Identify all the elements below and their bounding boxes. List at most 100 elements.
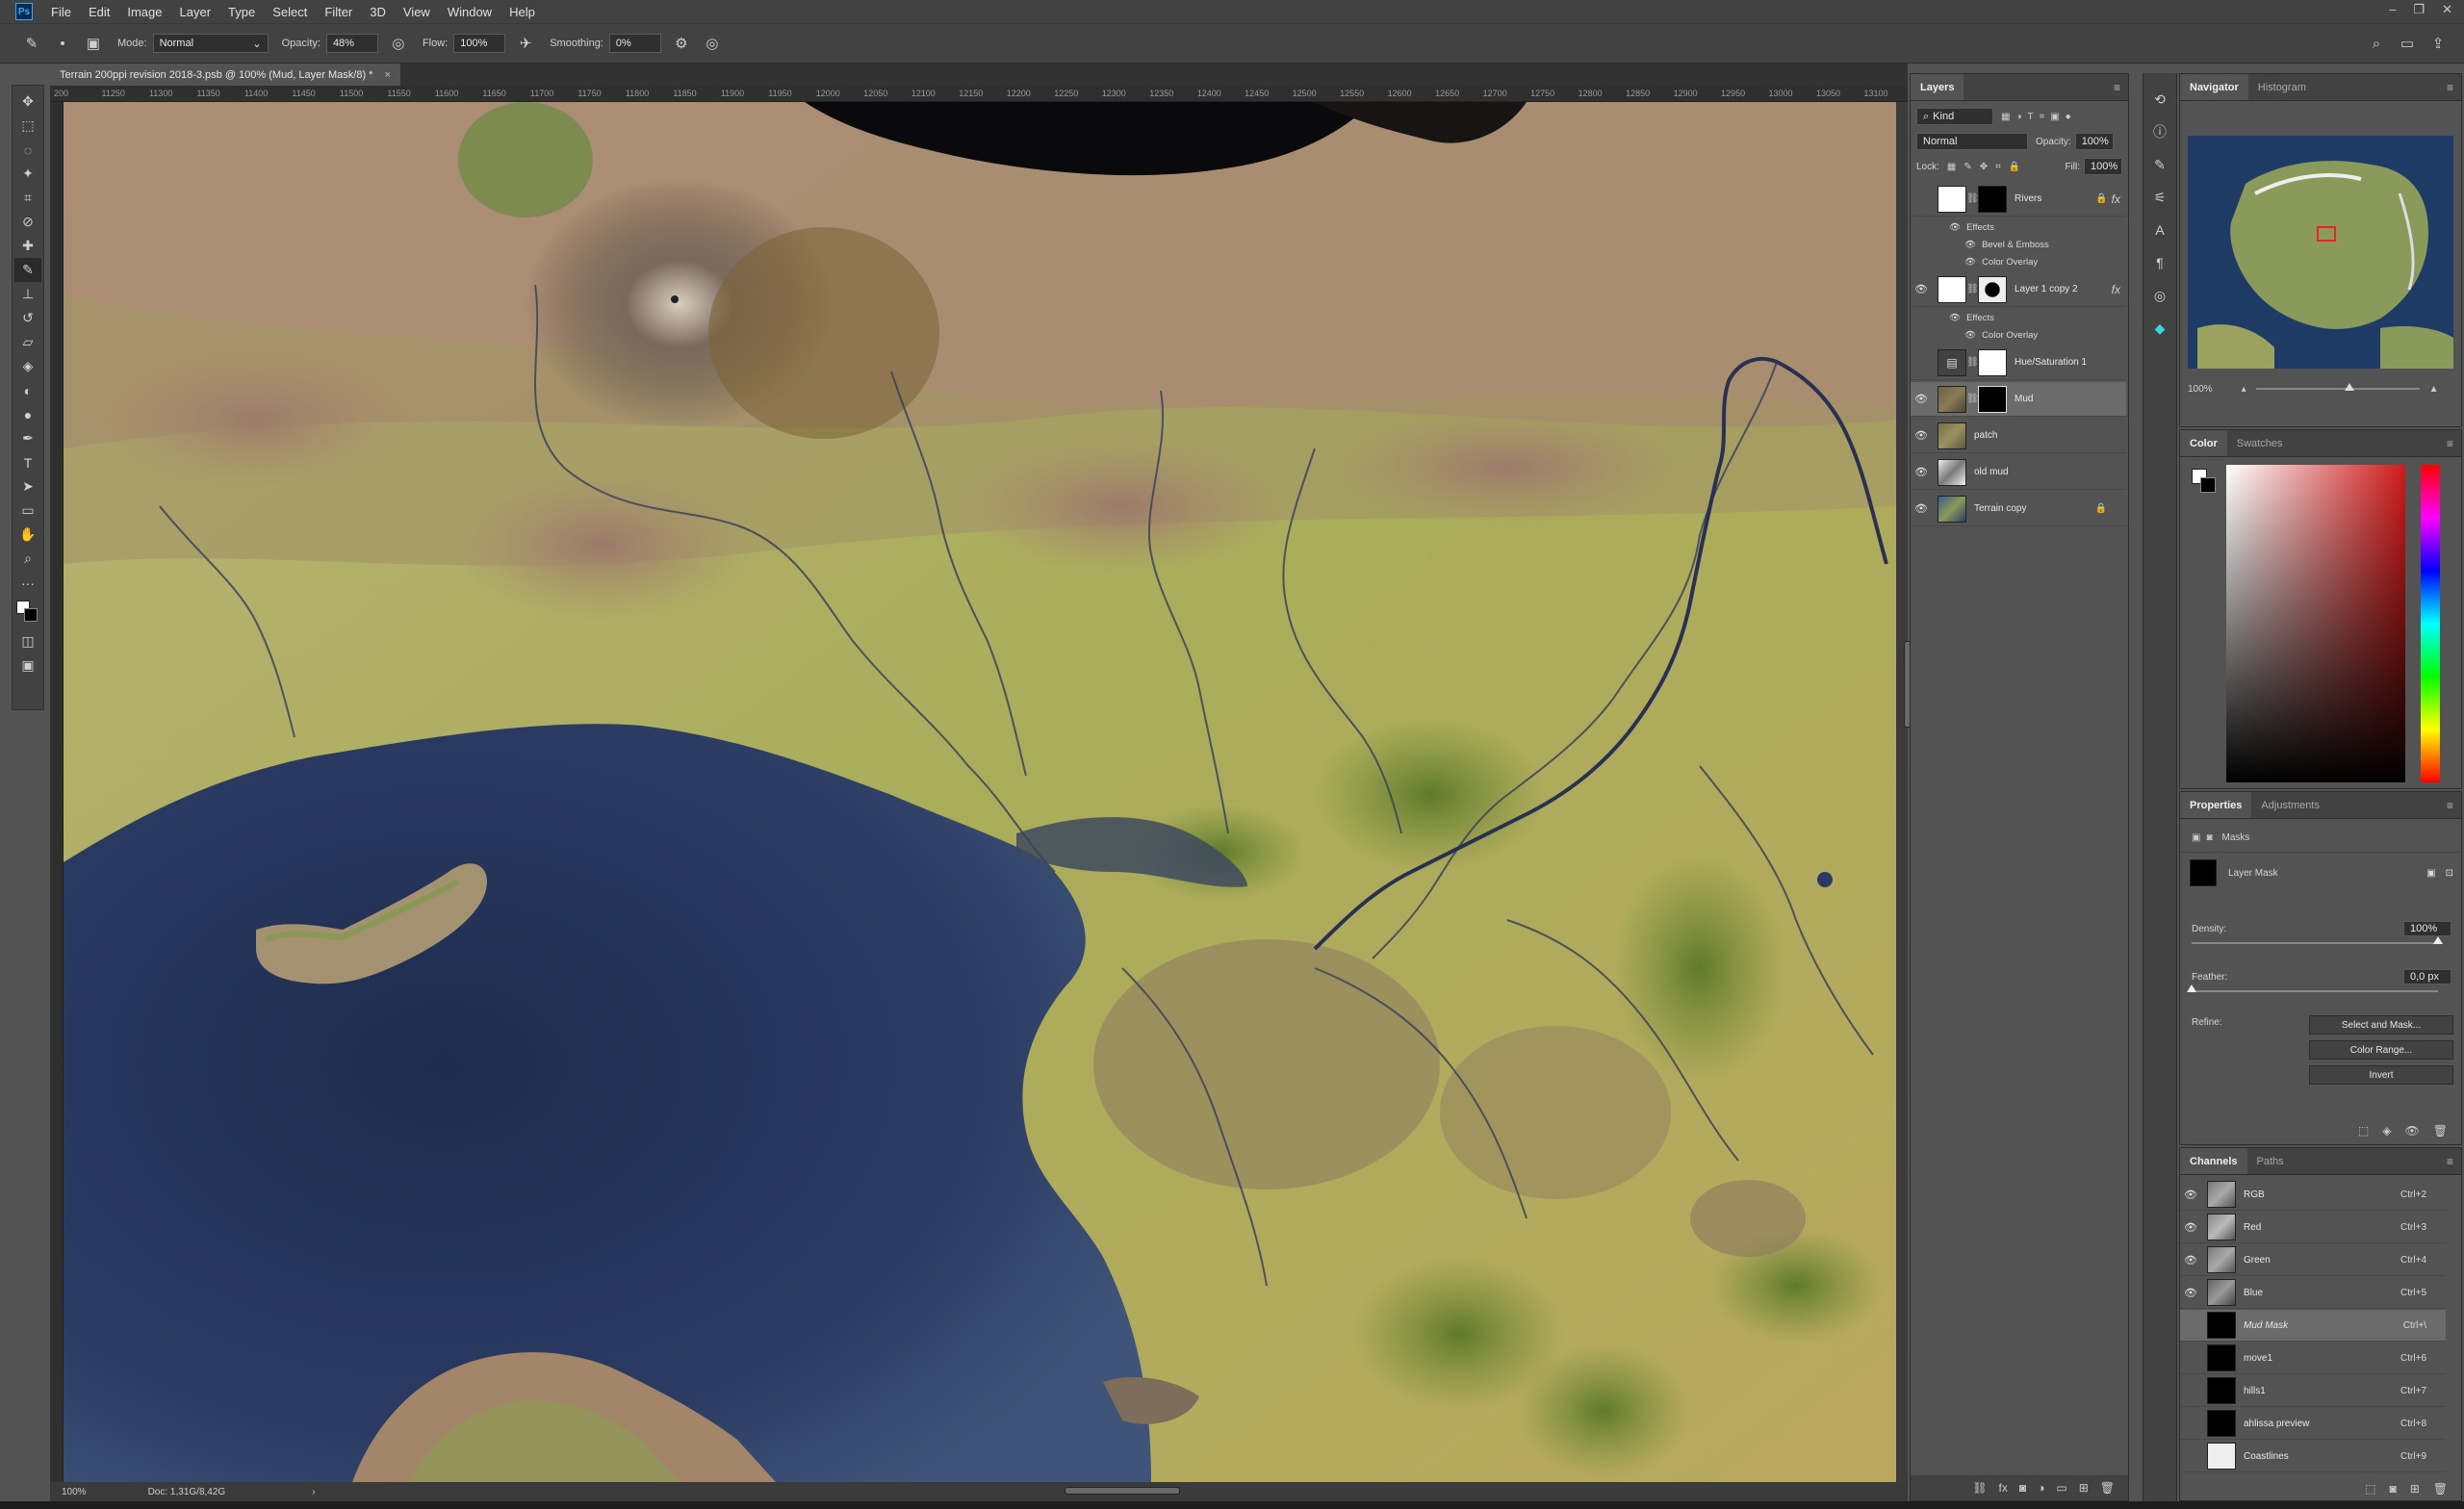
blur-tool-icon[interactable]: ◐ <box>14 378 41 402</box>
paragraph-icon[interactable]: ¶ <box>2147 250 2172 275</box>
mask-thumbnail[interactable] <box>1978 275 2007 303</box>
vector-mask-add-icon[interactable]: ⊡ <box>2446 868 2453 879</box>
menu-edit[interactable]: Edit <box>80 5 118 19</box>
dodge-tool-icon[interactable]: ● <box>14 402 41 426</box>
apply-mask-icon[interactable]: ◈ <box>2382 1124 2391 1138</box>
layer-row-rivers[interactable]: ⛓ Rivers 🔒 fx <box>1911 182 2126 217</box>
channel-row-hills1[interactable]: hills1 Ctrl+7 <box>2180 1375 2446 1407</box>
effect-color-overlay[interactable]: 👁 Color Overlay <box>1911 326 2126 344</box>
tab-swatches[interactable]: Swatches <box>2227 430 2293 456</box>
tab-color[interactable]: Color <box>2180 430 2227 456</box>
paint-bucket-tool-icon[interactable]: ◈ <box>14 354 41 378</box>
minimize-button[interactable]: – <box>2389 2 2396 17</box>
info-icon[interactable]: ⓘ <box>2147 119 2172 144</box>
crop-tool-icon[interactable]: ⌗ <box>14 186 41 210</box>
marquee-tool-icon[interactable]: ⬚ <box>14 114 41 138</box>
tab-layers[interactable]: Layers <box>1911 74 1964 100</box>
panel-menu-icon[interactable]: ≡ <box>2447 430 2453 456</box>
trash-icon[interactable]: 🗑 <box>2433 1482 2448 1496</box>
trash-icon[interactable]: 🗑 <box>2433 1124 2448 1138</box>
eye-icon[interactable]: 👁 <box>1964 330 1976 341</box>
color-field[interactable] <box>2226 465 2405 782</box>
gear-icon[interactable]: ⚙ <box>671 33 692 54</box>
eye-icon[interactable]: 👁 <box>1964 240 1976 250</box>
eye-icon[interactable]: 👁 <box>2180 1189 2201 1201</box>
eye-icon[interactable]: 👁 <box>1964 257 1976 268</box>
quick-mask-icon[interactable]: ◫ <box>14 629 41 653</box>
layer-row-old-mud[interactable]: 👁 old mud <box>1911 455 2126 490</box>
panel-menu-icon[interactable]: ≡ <box>2114 74 2120 100</box>
channel-row-coastlines[interactable]: Coastlines Ctrl+9 <box>2180 1441 2446 1472</box>
invert-button[interactable]: Invert <box>2309 1065 2453 1085</box>
menu-select[interactable]: Select <box>264 5 316 19</box>
vertical-scrollbar[interactable] <box>1896 102 1912 1482</box>
mask-thumbnail[interactable] <box>1978 385 2007 413</box>
smoothing-field[interactable]: 0% <box>608 34 661 53</box>
plugin-icon[interactable]: ◎ <box>2147 283 2172 308</box>
tab-paths[interactable]: Paths <box>2247 1148 2294 1174</box>
select-and-mask-button[interactable]: Select and Mask... <box>2309 1015 2453 1035</box>
pixel-mask-select-icon[interactable]: ▣ <box>2426 868 2435 879</box>
panel-menu-icon[interactable]: ≡ <box>2447 792 2453 818</box>
horizontal-scrollbar[interactable] <box>385 1485 1896 1496</box>
menu-file[interactable]: File <box>42 5 80 19</box>
close-window-button[interactable]: ✕ <box>2442 2 2452 17</box>
workspace-icon[interactable]: ▭ <box>2397 33 2418 54</box>
pressure-size-icon[interactable]: ◎ <box>702 33 723 54</box>
menu-3d[interactable]: 3D <box>361 5 395 19</box>
tab-histogram[interactable]: Histogram <box>2248 74 2316 100</box>
eye-icon[interactable]: 👁 <box>1911 283 1932 295</box>
move-tool-icon[interactable]: ✥ <box>14 90 41 114</box>
panel-menu-icon[interactable]: ≡ <box>2447 74 2453 100</box>
lock-icons[interactable]: ▦✎✥⌗🔒 <box>1947 162 2028 172</box>
layer-row-layer-1-copy-2[interactable]: 👁 ⛓ Layer 1 copy 2 fx <box>1911 272 2126 307</box>
adjustment-layer-icon[interactable]: ◑ <box>2038 1481 2044 1495</box>
menu-window[interactable]: Window <box>439 5 500 19</box>
menu-layer[interactable]: Layer <box>171 5 220 19</box>
zoom-tool-icon[interactable]: ⌕ <box>14 547 41 571</box>
menu-type[interactable]: Type <box>219 5 264 19</box>
restore-button[interactable]: ❐ <box>2413 2 2425 17</box>
history-icon[interactable]: ⟲ <box>2147 87 2172 112</box>
tab-properties[interactable]: Properties <box>2180 792 2252 818</box>
brush-settings-icon[interactable]: ⚟ <box>2147 185 2172 210</box>
channel-row-blue[interactable]: 👁 Blue Ctrl+5 <box>2180 1277 2446 1309</box>
navigator-zoom[interactable]: 100% <box>2188 384 2213 395</box>
tab-navigator[interactable]: Navigator <box>2180 74 2248 100</box>
fx-icon[interactable]: fx <box>1999 1481 2008 1495</box>
stamp-tool-icon[interactable]: ⊥ <box>14 282 41 306</box>
channel-row-ahlissa-preview[interactable]: ahlissa preview Ctrl+8 <box>2180 1408 2446 1440</box>
brush-settings-icon[interactable]: ▣ <box>83 33 104 54</box>
document-tab[interactable]: Terrain 200ppi revision 2018-3.psb @ 100… <box>50 64 400 86</box>
density-slider[interactable] <box>2192 936 2443 944</box>
zoom-in-icon[interactable]: ▲ <box>2429 384 2439 395</box>
eye-icon[interactable]: 👁 <box>1949 313 1961 323</box>
healing-tool-icon[interactable]: ✚ <box>14 234 41 258</box>
add-mask-icon[interactable]: ◙ <box>2019 1481 2026 1495</box>
close-icon[interactable]: × <box>384 69 390 81</box>
color-swatches-icon[interactable] <box>14 595 41 629</box>
brush-tool-icon[interactable]: ✎ <box>14 258 41 282</box>
menu-filter[interactable]: Filter <box>316 5 361 19</box>
menu-help[interactable]: Help <box>500 5 544 19</box>
new-group-icon[interactable]: ▭ <box>2056 1481 2066 1495</box>
layer-row-patch[interactable]: 👁 patch <box>1911 419 2126 453</box>
libraries-icon[interactable]: ◆ <box>2147 316 2172 341</box>
density-slider-handle[interactable] <box>2433 936 2443 944</box>
feather-field[interactable]: 0,0 px <box>2403 969 2451 985</box>
brush-presets-icon[interactable]: ✎ <box>2147 152 2172 177</box>
feather-slider-handle[interactable] <box>2187 985 2196 992</box>
color-range-button[interactable]: Color Range... <box>2309 1040 2453 1060</box>
search-icon[interactable]: ⌕ <box>2366 33 2387 54</box>
effect-color-overlay[interactable]: 👁 Color Overlay <box>1911 253 2126 270</box>
mask-thumbnail[interactable] <box>1978 185 2007 213</box>
layer-filter-select[interactable]: ⌕ Kind <box>1916 108 1993 125</box>
layer-opacity-field[interactable]: 100% <box>2074 133 2114 150</box>
mode-select[interactable]: Normal ⌄ <box>152 34 269 53</box>
document-canvas[interactable] <box>64 102 1896 1482</box>
eye-icon[interactable]: 👁 <box>1949 222 1961 233</box>
tab-channels[interactable]: Channels <box>2180 1148 2247 1174</box>
effects-group[interactable]: 👁 Effects <box>1911 218 2126 236</box>
pixel-mask-icon[interactable]: ▣ <box>2192 832 2200 843</box>
load-channel-selection-icon[interactable]: ⬚ <box>2365 1482 2375 1496</box>
